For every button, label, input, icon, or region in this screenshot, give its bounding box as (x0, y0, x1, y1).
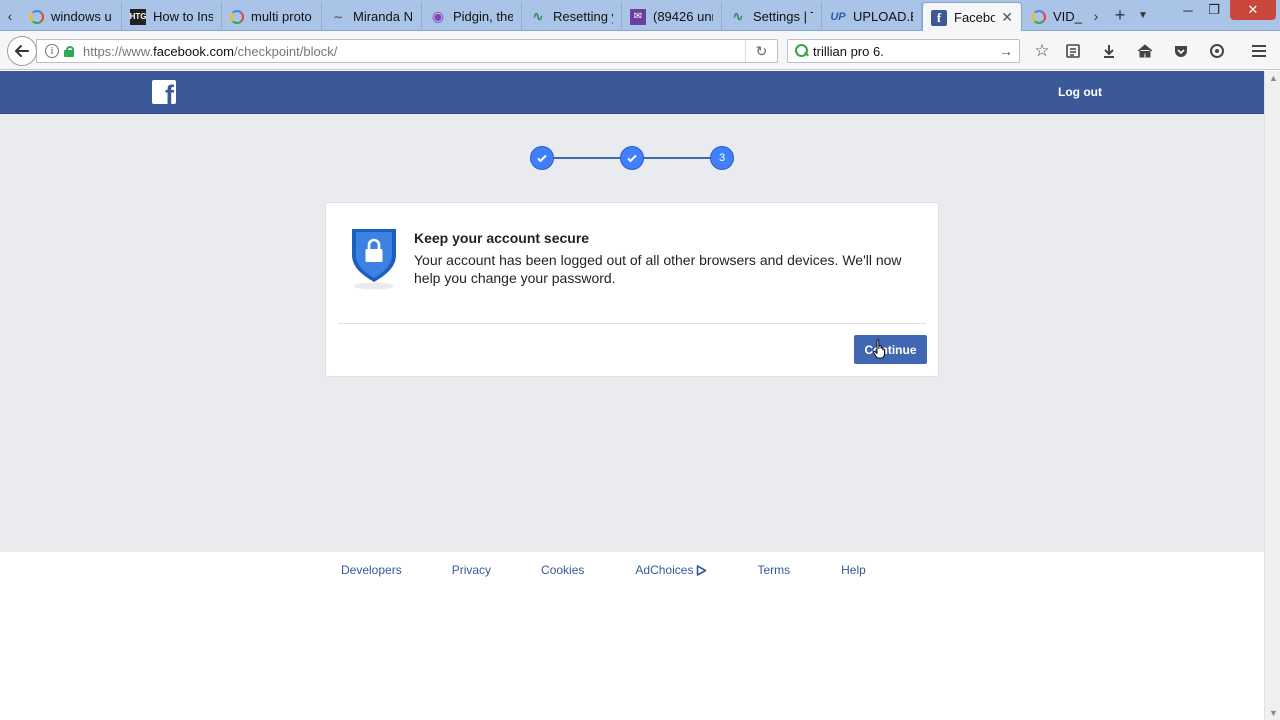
step-connector (642, 157, 712, 159)
continue-button[interactable]: Continue (854, 335, 927, 364)
facebook-logo-icon[interactable]: f (152, 80, 176, 104)
footer-links: Developers Privacy Cookies AdChoices Ter… (341, 563, 866, 577)
account-secure-card: Keep your account secure Your account ha… (325, 202, 939, 377)
tab-title: VID_04 (1053, 9, 1082, 24)
tab-facebook[interactable]: f Faceboo ✕ (922, 2, 1022, 32)
info-icon[interactable]: i (45, 44, 59, 58)
tab-title: Pidgin, the (453, 9, 513, 24)
upload-icon: UP (830, 10, 846, 23)
step-1-check-icon (530, 146, 554, 170)
search-go-icon[interactable]: → (999, 43, 1013, 59)
footer-link-terms[interactable]: Terms (757, 563, 790, 577)
htg-icon: HTG (130, 8, 146, 25)
scroll-up-icon[interactable]: ▲ (1269, 73, 1278, 83)
tab-title: (89426 unre (653, 9, 713, 24)
back-button[interactable] (7, 36, 37, 66)
navigation-bar: i https://www.facebook.com/checkpoint/bl… (0, 31, 1280, 70)
search-input[interactable]: trillian pro 6. → (787, 39, 1020, 63)
google-icon (230, 9, 244, 24)
url-domain: facebook.com (153, 43, 235, 59)
tab-settings[interactable]: ∿ Settings | T (722, 2, 822, 31)
divider (338, 323, 926, 324)
list-tabs-icon[interactable]: ▼ (1133, 0, 1153, 31)
tab-title: Faceboo (954, 10, 995, 25)
back-arrow-icon (15, 45, 29, 57)
logout-link[interactable]: Log out (1058, 85, 1102, 99)
tab-vid[interactable]: VID_04 (1024, 2, 1090, 31)
sync-icon[interactable] (1207, 41, 1227, 61)
tab-upload[interactable]: UP UPLOAD.EE (822, 2, 922, 31)
facebook-icon: f (931, 9, 947, 26)
google-icon (1032, 9, 1046, 24)
menu-icon[interactable] (1249, 41, 1269, 61)
footer-link-adchoices[interactable]: AdChoices (635, 563, 707, 577)
tab-resetting[interactable]: ∿ Resetting y (522, 2, 622, 31)
footer-link-developers[interactable]: Developers (341, 563, 402, 577)
tab-pidgin[interactable]: ◉ Pidgin, the (422, 2, 522, 31)
reload-icon[interactable]: ↻ (745, 40, 777, 62)
tab-title: UPLOAD.EE (853, 9, 913, 24)
tab-title: How to Ins (153, 9, 213, 24)
tab-title: Settings | T (753, 9, 813, 24)
reading-list-icon[interactable] (1063, 41, 1083, 61)
restore-icon[interactable]: ❐ (1202, 0, 1226, 20)
tab-title: Resetting y (553, 9, 613, 24)
new-tab-icon[interactable]: + (1110, 0, 1130, 31)
facebook-header: f Log out (0, 71, 1264, 114)
url-prefix: https://www. (83, 43, 154, 59)
tab-title: Miranda N (353, 9, 413, 24)
tab-mail[interactable]: ✉ (89426 unre (622, 2, 722, 31)
tab-title: windows u (51, 9, 112, 24)
step-3: 3 (710, 146, 734, 170)
tab-miranda[interactable]: ∼ Miranda N (322, 2, 422, 31)
close-tab-icon[interactable]: ✕ (1001, 9, 1013, 26)
pidgin-icon: ◉ (431, 8, 445, 24)
footer-link-help[interactable]: Help (841, 563, 866, 577)
footer-link-cookies[interactable]: Cookies (541, 563, 584, 577)
search-value: trillian pro 6. (813, 43, 884, 59)
tab-windows[interactable]: windows u (22, 2, 122, 31)
google-icon (30, 9, 44, 24)
address-bar[interactable]: i https://www.facebook.com/checkpoint/bl… (36, 39, 778, 63)
pocket-icon[interactable] (1171, 41, 1191, 61)
minimize-icon[interactable]: ─ (1176, 0, 1200, 20)
tab-scroll-left-icon[interactable]: ‹ (0, 0, 20, 31)
lock-icon (64, 45, 74, 57)
scroll-down-icon[interactable]: ▼ (1269, 708, 1278, 718)
footer-link-privacy[interactable]: Privacy (452, 563, 491, 577)
trillian-icon: ∿ (532, 8, 544, 24)
tab-scroll-right-icon[interactable]: › (1086, 0, 1106, 31)
shield-lock-icon (352, 229, 396, 290)
download-icon[interactable] (1099, 41, 1119, 61)
step-2-check-icon (620, 146, 644, 170)
search-icon (794, 43, 810, 59)
adchoices-icon (697, 564, 707, 576)
progress-stepper: 3 (530, 146, 735, 171)
url-path: /checkpoint/block/ (234, 43, 338, 59)
page-viewport: f Log out 3 Keep your account secure You… (0, 71, 1264, 720)
home-icon[interactable] (1135, 41, 1155, 61)
tab-strip: ‹ windows u HTG How to Ins multi proto ∼… (0, 0, 1280, 32)
step-connector (552, 157, 622, 159)
facebook-footer: Developers Privacy Cookies AdChoices Ter… (0, 552, 1264, 720)
miranda-icon: ∼ (332, 9, 344, 24)
tab-how-to[interactable]: HTG How to Ins (122, 2, 222, 31)
trillian-icon: ∿ (732, 8, 744, 24)
star-icon[interactable]: ☆ (1032, 41, 1052, 61)
adchoices-label: AdChoices (635, 563, 694, 577)
yahoo-mail-icon: ✉ (630, 8, 646, 25)
card-title: Keep your account secure (414, 230, 590, 246)
tab-title: multi proto (251, 9, 312, 24)
window-close-icon[interactable]: ✕ (1230, 0, 1276, 20)
card-body-text: Your account has been logged out of all … (414, 252, 902, 286)
vertical-scrollbar[interactable]: ▲ ▼ (1264, 71, 1280, 720)
hand-cursor-icon (873, 339, 885, 359)
url-text[interactable]: https://www.facebook.com/checkpoint/bloc… (83, 44, 337, 59)
tab-multi-proto[interactable]: multi proto (222, 2, 322, 31)
